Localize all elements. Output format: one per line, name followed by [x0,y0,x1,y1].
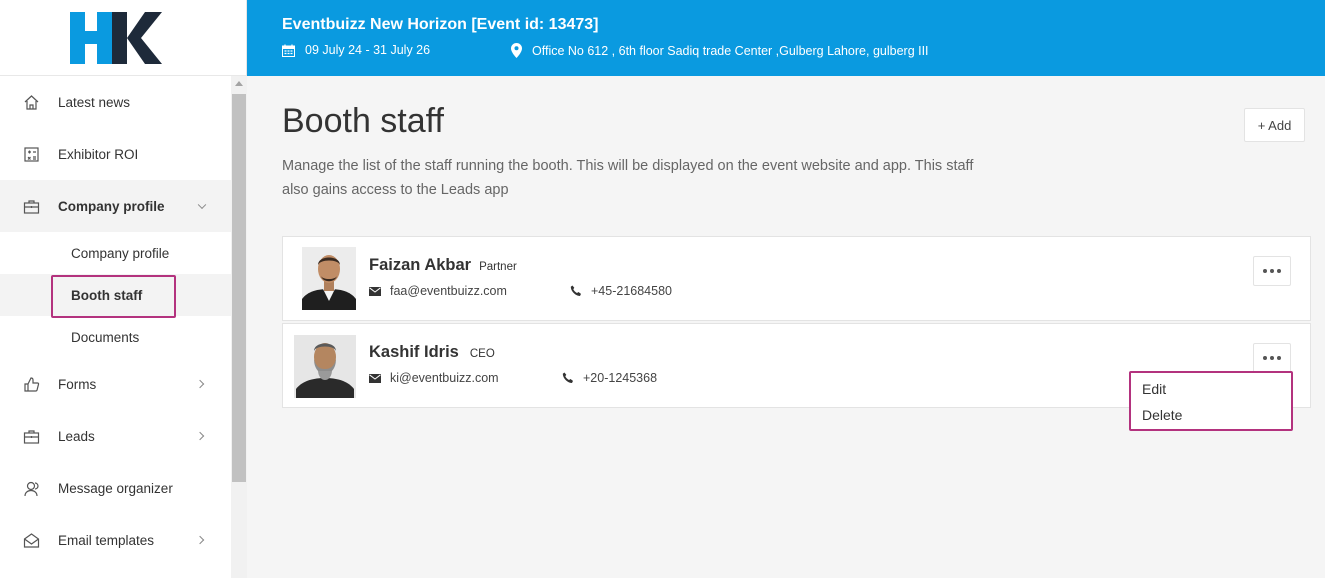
event-title: Eventbuizz New Horizon [Event id: 13473] [282,16,599,33]
sidebar-subitem-booth-staff[interactable]: Booth staff [0,274,231,318]
staff-name: Kashif Idris CEO [369,343,495,362]
avatar [302,247,356,310]
chevron-right-icon [195,535,205,545]
staff-name: Faizan Akbar Partner [369,256,517,275]
calculator-icon [22,145,40,163]
event-date: 09 July 24 - 31 July 26 [282,43,430,57]
scrollbar-thumb[interactable] [232,94,246,482]
scroll-up-arrow-icon[interactable] [235,81,243,86]
sidebar-item-label: Company profile [58,198,165,214]
sidebar-item-exhibitor-roi[interactable]: Exhibitor ROI [0,128,231,180]
staff-phone: +45-21684580 [570,284,672,298]
envelope-icon [369,373,381,383]
event-address-text: Office No 612 , 6th floor Sadiq trade Ce… [532,43,929,58]
staff-email: ki@eventbuizz.com [369,371,499,385]
dot-icon [1277,269,1281,273]
event-date-text: 09 July 24 - 31 July 26 [305,43,431,57]
location-pin-icon [511,43,522,58]
sidebar-item-label: Exhibitor ROI [58,146,139,162]
dot-icon [1270,269,1274,273]
sidebar-item-label: Email templates [58,532,155,548]
calendar-icon [282,44,295,57]
chevron-right-icon [195,379,205,389]
phone-icon [562,372,573,383]
users-icon [22,479,40,497]
page-description: Manage the list of the staff running the… [282,158,974,198]
staff-card: Faizan Akbar Partner faa@eventbuizz.com +… [282,236,1311,321]
sidebar: Latest news Exhibitor ROI Company profil… [0,0,247,578]
staff-phone: +20-1245368 [562,371,657,385]
dot-icon [1263,269,1267,273]
sidebar-subitem-label: Documents [71,329,140,345]
sidebar-nav: Latest news Exhibitor ROI Company profil… [0,76,231,578]
chevron-down-icon [197,200,207,210]
staff-email-text: ki@eventbuizz.com [390,371,499,385]
main-content: Booth staff + Add Manage the list of the… [247,76,1325,578]
home-icon [22,93,40,111]
sidebar-subitem-documents[interactable]: Documents [0,316,231,358]
sidebar-item-latest-news[interactable]: Latest news [0,76,231,128]
sidebar-item-label: Forms [58,376,97,392]
add-staff-button[interactable]: + Add [1244,108,1305,142]
sidebar-subitem-company-profile[interactable]: Company profile [0,232,231,274]
staff-name-text: Kashif Idris [369,343,459,361]
sidebar-item-email-templates[interactable]: Email templates [0,514,231,566]
envelope-icon [369,286,381,296]
staff-email-text: faa@eventbuizz.com [390,284,507,298]
staff-name-text: Faizan Akbar [369,256,472,274]
staff-email: faa@eventbuizz.com [369,284,507,298]
avatar [294,335,356,398]
sidebar-item-company-profile[interactable]: Company profile [0,180,231,232]
thumbs-up-icon [22,375,40,393]
dot-icon [1270,356,1274,360]
sidebar-item-label: Message organizer [58,480,173,496]
event-address: Office No 612 , 6th floor Sadiq trade Ce… [511,43,929,58]
event-header: Eventbuizz New Horizon [Event id: 13473]… [247,0,1325,76]
menu-item-delete[interactable]: Delete [1131,402,1291,428]
envelope-open-icon [22,531,40,549]
hk-logo-icon [70,11,162,64]
sidebar-item-message-organizer[interactable]: Message organizer [0,462,231,514]
staff-phone-text: +20-1245368 [583,371,658,385]
highlight-box [51,275,176,318]
menu-item-edit[interactable]: Edit [1131,376,1291,402]
staff-role: Partner [479,261,517,273]
sidebar-item-leads[interactable]: Leads [0,410,231,462]
briefcase-icon [22,197,40,215]
sidebar-subitem-label: Company profile [71,245,170,261]
page-title: Booth staff [282,102,444,140]
sidebar-item-label: Latest news [58,94,131,110]
more-options-button[interactable] [1253,256,1291,286]
sidebar-scrollbar[interactable] [231,76,247,578]
dot-icon [1277,356,1281,360]
chevron-right-icon [195,431,205,441]
phone-icon [570,285,581,296]
more-options-button[interactable] [1253,343,1291,373]
staff-actions-menu: Edit Delete [1129,371,1293,431]
sidebar-item-label: Leads [58,428,95,444]
staff-role: CEO [469,348,495,360]
briefcase-icon [22,427,40,445]
company-profile-submenu: Company profile Booth staff Documents [0,232,231,358]
staff-phone-text: +45-21684580 [591,284,672,298]
dot-icon [1263,356,1267,360]
sidebar-item-forms[interactable]: Forms [0,358,231,410]
logo[interactable] [0,0,246,76]
